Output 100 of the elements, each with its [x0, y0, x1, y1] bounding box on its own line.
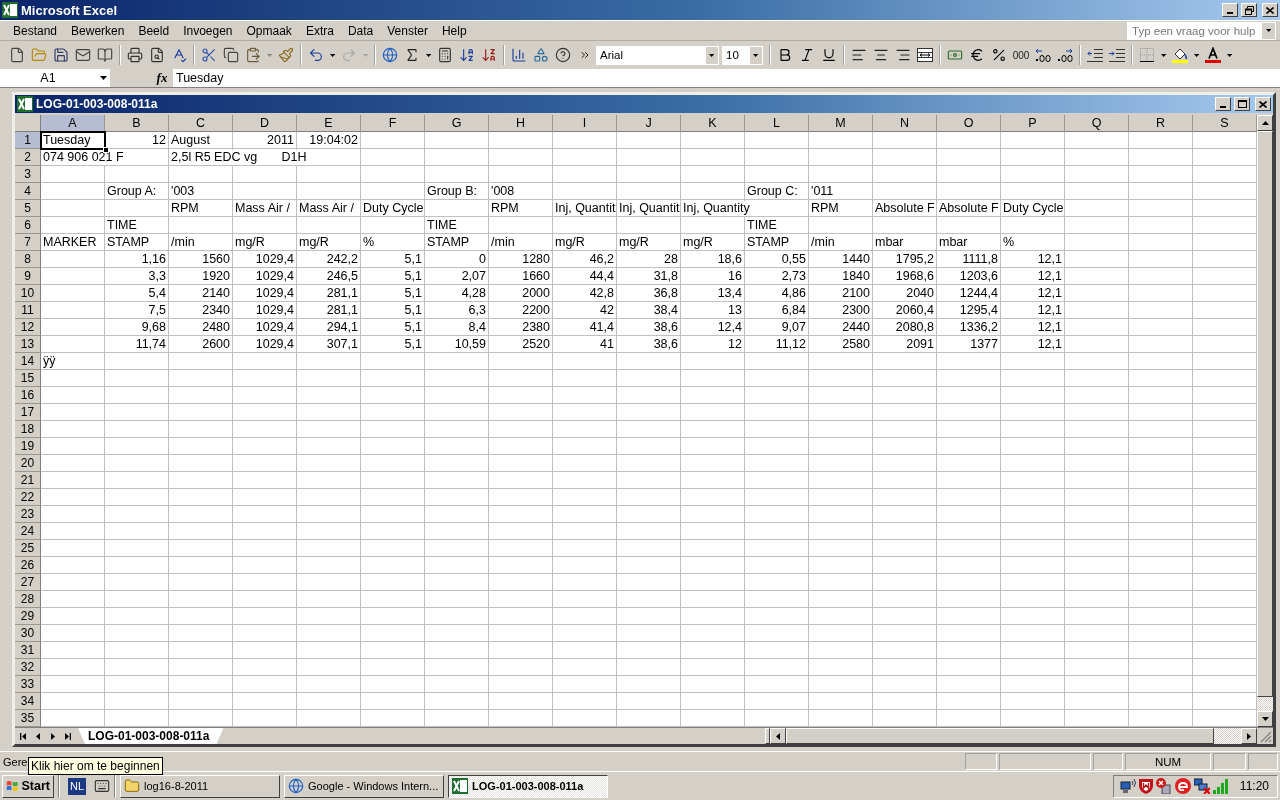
taskbar-button[interactable]: Google - Windows Intern...	[284, 774, 445, 798]
column-header[interactable]: C	[169, 115, 233, 132]
row-header[interactable]: 26	[15, 557, 41, 574]
row-header[interactable]: 15	[15, 370, 41, 387]
scroll-right-button[interactable]	[1241, 728, 1257, 744]
dropdown-button[interactable]	[749, 45, 763, 65]
row-header[interactable]: 12	[15, 319, 41, 336]
dropdown-button[interactable]	[705, 45, 719, 65]
row-header[interactable]: 27	[15, 574, 41, 591]
column-header[interactable]: D	[233, 115, 297, 132]
row-header[interactable]: 32	[15, 659, 41, 676]
font-size-field[interactable]: 10	[722, 45, 749, 65]
row-header[interactable]: 10	[15, 285, 41, 302]
menu-item[interactable]: Bestand	[6, 21, 65, 40]
menu-item[interactable]: Beeld	[131, 21, 177, 40]
menu-item[interactable]: Data	[340, 21, 381, 40]
taskbar-button[interactable]: log16-8-2011	[120, 774, 281, 798]
column-header[interactable]: L	[745, 115, 809, 132]
row-header[interactable]: 21	[15, 472, 41, 489]
thousands-separator-button[interactable]: 000	[1010, 44, 1032, 66]
cell-value: 2,5l R5 EDC vg D1H	[169, 149, 307, 165]
row-header[interactable]: 17	[15, 404, 41, 421]
row-header[interactable]: 31	[15, 642, 41, 659]
name-box[interactable]: A1	[0, 69, 96, 87]
cell-value: 2,73	[781, 268, 808, 284]
column-header[interactable]: O	[937, 115, 1001, 132]
dropdown-button[interactable]	[1261, 21, 1276, 40]
font-name-field[interactable]: Arial	[596, 45, 705, 65]
column-header[interactable]: I	[553, 115, 617, 132]
column-header[interactable]: B	[105, 115, 169, 132]
row-header[interactable]: 29	[15, 608, 41, 625]
row-header[interactable]: 35	[15, 710, 41, 727]
select-all-button[interactable]	[15, 115, 41, 132]
scroll-up-button[interactable]	[1257, 115, 1273, 131]
fill-handle[interactable]	[103, 147, 109, 153]
sheet-tab[interactable]: LOG-01-003-008-011a	[78, 728, 224, 744]
minimize-button[interactable]	[1222, 3, 1238, 17]
start-button[interactable]: Start	[2, 774, 54, 798]
column-header[interactable]: K	[681, 115, 745, 132]
menu-item[interactable]: Bewerken	[64, 21, 132, 40]
formula-field[interactable]: Tuesday	[173, 69, 1280, 87]
row-header[interactable]: 11	[15, 302, 41, 319]
row-header[interactable]: 16	[15, 387, 41, 404]
column-header[interactable]: H	[489, 115, 553, 132]
menu-item[interactable]: Extra	[298, 21, 341, 40]
help-search-field[interactable]: Typ een vraag voor hulp	[1127, 21, 1261, 40]
font-color-button[interactable]	[1202, 44, 1224, 66]
resize-grip[interactable]	[1260, 731, 1272, 743]
row-header[interactable]: 3	[15, 166, 41, 183]
row-header[interactable]: 19	[15, 438, 41, 455]
menu-item[interactable]: Invoegen	[176, 21, 240, 40]
row-header[interactable]: 34	[15, 693, 41, 710]
row-header[interactable]: 22	[15, 489, 41, 506]
row-header[interactable]: 4	[15, 183, 41, 200]
row-header[interactable]: 14	[15, 353, 41, 370]
menu-item[interactable]: Help	[434, 21, 474, 40]
row-header[interactable]: 2	[15, 149, 41, 166]
row-header[interactable]: 25	[15, 540, 41, 557]
scroll-left-button[interactable]	[770, 728, 786, 744]
insert-function-button[interactable]: fx	[152, 69, 172, 87]
column-header[interactable]: J	[617, 115, 681, 132]
column-header[interactable]: R	[1129, 115, 1193, 132]
close-button[interactable]	[1262, 3, 1278, 17]
column-header[interactable]: Q	[1065, 115, 1129, 132]
menu-item[interactable]: Opmaak	[239, 21, 299, 40]
minimize-button[interactable]	[1215, 97, 1231, 111]
error-icon	[1155, 778, 1172, 794]
row-header[interactable]: 1	[15, 132, 41, 149]
row-header[interactable]: 7	[15, 234, 41, 251]
taskbar-button[interactable]: LOG-01-003-008-011a	[448, 774, 609, 798]
maximize-button[interactable]	[1234, 97, 1250, 111]
row-header[interactable]: 6	[15, 217, 41, 234]
column-header[interactable]: N	[873, 115, 937, 132]
row-header[interactable]: 28	[15, 591, 41, 608]
restore-button[interactable]	[1241, 3, 1257, 17]
close-button[interactable]	[1255, 97, 1271, 111]
column-header[interactable]: S	[1193, 115, 1257, 132]
row-header[interactable]: 8	[15, 251, 41, 268]
scroll-down-button[interactable]	[1257, 711, 1273, 727]
column-header[interactable]: F	[361, 115, 425, 132]
row-header[interactable]: 23	[15, 506, 41, 523]
column-header[interactable]: P	[1001, 115, 1065, 132]
split-handle[interactable]	[765, 728, 770, 744]
row-header[interactable]: 9	[15, 268, 41, 285]
cell-value: 6,3	[468, 302, 488, 318]
menu-item[interactable]: Venster	[380, 21, 435, 40]
column-header[interactable]: M	[809, 115, 873, 132]
row-header[interactable]: 18	[15, 421, 41, 438]
column-header[interactable]: G	[425, 115, 489, 132]
dropdown-button[interactable]	[96, 69, 110, 87]
row-header[interactable]: 33	[15, 676, 41, 693]
row-header[interactable]: 20	[15, 455, 41, 472]
row-header[interactable]: 13	[15, 336, 41, 353]
language-indicator[interactable]: NL	[68, 777, 87, 795]
row-header[interactable]: 30	[15, 625, 41, 642]
row-header[interactable]: 5	[15, 200, 41, 217]
cell-value: 11,12	[775, 336, 808, 352]
row-header[interactable]: 24	[15, 523, 41, 540]
column-header[interactable]: E	[297, 115, 361, 132]
cell-value: 12,1	[1037, 251, 1064, 267]
